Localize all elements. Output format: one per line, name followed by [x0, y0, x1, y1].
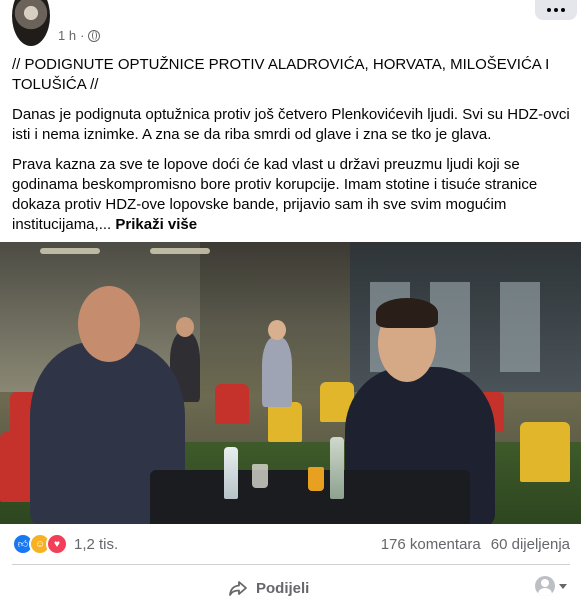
- chevron-down-icon: [559, 583, 567, 589]
- dot-icon: [554, 8, 558, 12]
- reactions-bar: 👍︎ ☺︎ ♥ 1,2 tis. 176 komentara 60 dijelj…: [12, 532, 570, 556]
- reactions-summary[interactable]: 👍︎ ☺︎ ♥ 1,2 tis.: [12, 533, 118, 555]
- post-header: 1 h ·: [0, 0, 581, 50]
- more-options-button[interactable]: [535, 0, 577, 20]
- dot-icon: [547, 8, 551, 12]
- profile-switcher[interactable]: [535, 576, 567, 596]
- see-more-link[interactable]: Prikaži više: [115, 216, 197, 233]
- profile-avatar-icon: [535, 576, 555, 596]
- author-avatar[interactable]: [12, 0, 50, 46]
- dot-icon: [561, 8, 565, 12]
- post-text: // PODIGNUTE OPTUŽNICE PROTIV ALADROVIĆA…: [12, 55, 570, 245]
- reactions-count[interactable]: 1,2 tis.: [74, 536, 118, 553]
- post-actions: Podijeli: [0, 568, 581, 606]
- share-icon: [228, 578, 248, 598]
- divider: [12, 564, 570, 565]
- post-photo[interactable]: [0, 242, 581, 524]
- love-reaction-icon: ♥: [46, 533, 68, 555]
- shares-count[interactable]: 60 dijeljenja: [491, 536, 570, 553]
- post-paragraph: Prava kazna za sve te lopove doći će kad…: [12, 156, 538, 233]
- post-headline: // PODIGNUTE OPTUŽNICE PROTIV ALADROVIĆA…: [12, 56, 550, 93]
- post-meta: 1 h ·: [58, 28, 101, 43]
- share-button[interactable]: Podijeli: [220, 572, 317, 604]
- share-label: Podijeli: [256, 579, 310, 597]
- post-time[interactable]: 1 h: [58, 28, 76, 43]
- comments-count[interactable]: 176 komentara: [381, 536, 481, 553]
- post-paragraph: Danas je podignuta optužnica protiv još …: [12, 106, 570, 143]
- globe-icon: [88, 29, 101, 42]
